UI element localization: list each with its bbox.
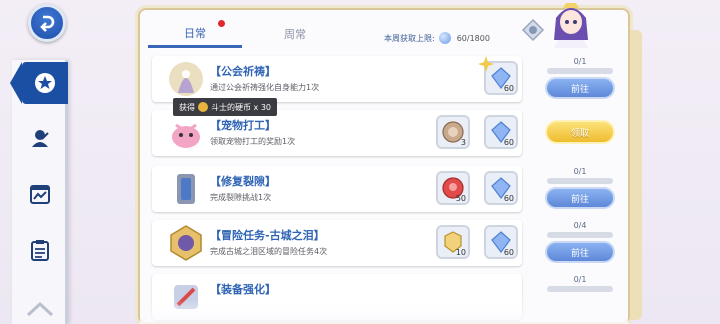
task-status: 0/4 前往 bbox=[544, 220, 616, 266]
reward-coin[interactable]: 3 bbox=[436, 115, 470, 149]
task-title: 【修复裂隙】 bbox=[210, 175, 276, 188]
progress-text: 0/4 bbox=[573, 221, 587, 230]
task-desc: 领取宠物打工的奖励1次 bbox=[210, 137, 296, 146]
task-desc: 完成裂隙挑战1次 bbox=[210, 193, 272, 202]
reward-qty: 60 bbox=[503, 84, 514, 93]
progress-bar bbox=[547, 178, 613, 184]
weekly-limit: 本周获取上限: 60/1800 bbox=[384, 32, 490, 44]
rift-icon bbox=[164, 168, 208, 210]
claim-button[interactable]: 领取 bbox=[545, 120, 615, 144]
progress-bar bbox=[547, 68, 613, 74]
tab-daily-label: 日常 bbox=[184, 26, 206, 40]
task-status: 0/1 前往 bbox=[544, 166, 616, 212]
reward-qty: 50 bbox=[455, 194, 466, 203]
nav-item-character[interactable] bbox=[12, 114, 68, 162]
reward-tooltip: 获得 斗士的硬币 x 30 bbox=[173, 98, 277, 116]
reward-qty: 10 bbox=[455, 248, 466, 257]
chart-icon bbox=[30, 185, 50, 204]
reward-qty: 60 bbox=[503, 248, 514, 257]
task-row: 【修复裂隙】 完成裂隙挑战1次 50 60 bbox=[152, 166, 522, 212]
scroll-fade bbox=[140, 300, 628, 324]
task-desc: 通过公会祈祷强化自身能力1次 bbox=[210, 83, 320, 92]
back-arrow-icon bbox=[40, 15, 55, 32]
task-row: 【冒险任务-古城之泪】 完成古城之泪区域的冒险任务4次 10 60 bbox=[152, 220, 522, 266]
reward-gold-badge[interactable]: 10 bbox=[436, 225, 470, 259]
progress-text: 0/1 bbox=[573, 167, 587, 176]
task-desc: 完成古城之泪区域的冒险任务4次 bbox=[210, 247, 328, 256]
tab-daily[interactable]: 日常 bbox=[148, 20, 242, 48]
tab-weekly-label: 周常 bbox=[284, 28, 306, 41]
go-button[interactable]: 前往 bbox=[545, 187, 615, 209]
progress-bar bbox=[547, 286, 613, 292]
reward-crystal[interactable]: 60 bbox=[484, 115, 518, 149]
nav-item-missions[interactable] bbox=[10, 62, 68, 104]
chevron-up-icon bbox=[22, 298, 58, 320]
progress-bar bbox=[547, 232, 613, 238]
weekly-limit-label: 本周获取上限: bbox=[384, 33, 435, 43]
mission-panel: 日常 周常 本周获取上限: 60/1800 【公会祈祷】 通过公会祈祷强化自身能… bbox=[138, 8, 642, 324]
go-button[interactable]: 前往 bbox=[545, 241, 615, 263]
task-title: 【冒险任务-古城之泪】 bbox=[210, 229, 325, 242]
nav-item-stats[interactable] bbox=[12, 170, 68, 218]
panel-page-edge bbox=[630, 30, 642, 320]
reward-crystal[interactable]: 60 bbox=[484, 171, 518, 205]
reward-qty: 60 bbox=[503, 138, 514, 147]
mascot-avatar bbox=[548, 0, 594, 48]
info-diamond-icon[interactable] bbox=[521, 18, 545, 42]
notification-dot bbox=[218, 20, 225, 27]
tooltip-prefix: 获得 bbox=[179, 102, 195, 112]
left-nav-rail bbox=[0, 0, 68, 324]
clipboard-icon bbox=[31, 240, 49, 261]
mission-tabs: 日常 周常 bbox=[148, 20, 358, 50]
pet-icon bbox=[164, 112, 208, 154]
tab-weekly[interactable]: 周常 bbox=[248, 20, 342, 48]
coin-icon bbox=[198, 102, 208, 112]
progress-text: 0/1 bbox=[573, 275, 587, 284]
task-title: 【公会祈祷】 bbox=[210, 65, 276, 78]
crystal-icon bbox=[438, 32, 451, 44]
reward-qty: 3 bbox=[460, 138, 466, 147]
tooltip-item: 斗士的硬币 x 30 bbox=[211, 102, 271, 112]
task-row: 【公会祈祷】 通过公会祈祷强化自身能力1次 60 bbox=[152, 56, 522, 102]
reward-crystal[interactable]: 60 bbox=[484, 225, 518, 259]
star-icon bbox=[35, 73, 55, 93]
adventure-icon bbox=[164, 222, 208, 264]
reward-qty: 60 bbox=[503, 194, 514, 203]
nav-item-list[interactable] bbox=[12, 226, 68, 274]
task-title: 【装备强化】 bbox=[210, 283, 276, 296]
back-button[interactable] bbox=[28, 4, 66, 42]
task-status: 领取 bbox=[544, 110, 616, 156]
progress-text: 0/1 bbox=[573, 57, 587, 66]
guild-prayer-icon bbox=[164, 58, 208, 100]
sparkle-icon bbox=[478, 56, 494, 72]
task-status: 0/1 前往 bbox=[544, 56, 616, 102]
weekly-limit-count: 60/1800 bbox=[456, 33, 490, 43]
task-title: 【宠物打工】 bbox=[210, 119, 276, 132]
character-icon bbox=[32, 130, 49, 147]
reward-red-token[interactable]: 50 bbox=[436, 171, 470, 205]
go-button[interactable]: 前往 bbox=[545, 77, 615, 99]
task-row: 【宠物打工】 领取宠物打工的奖励1次 3 60 bbox=[152, 110, 522, 156]
